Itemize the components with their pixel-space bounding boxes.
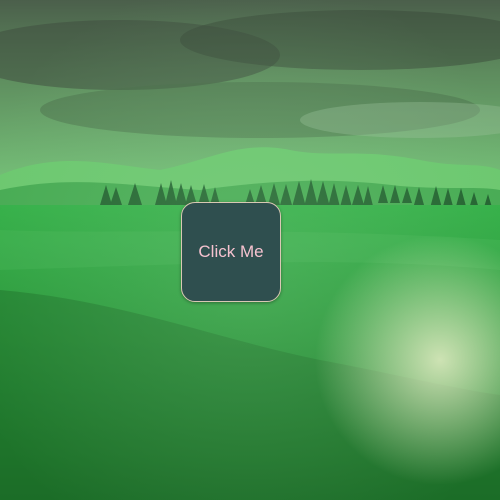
click-me-button[interactable]: Click Me [181,202,281,302]
